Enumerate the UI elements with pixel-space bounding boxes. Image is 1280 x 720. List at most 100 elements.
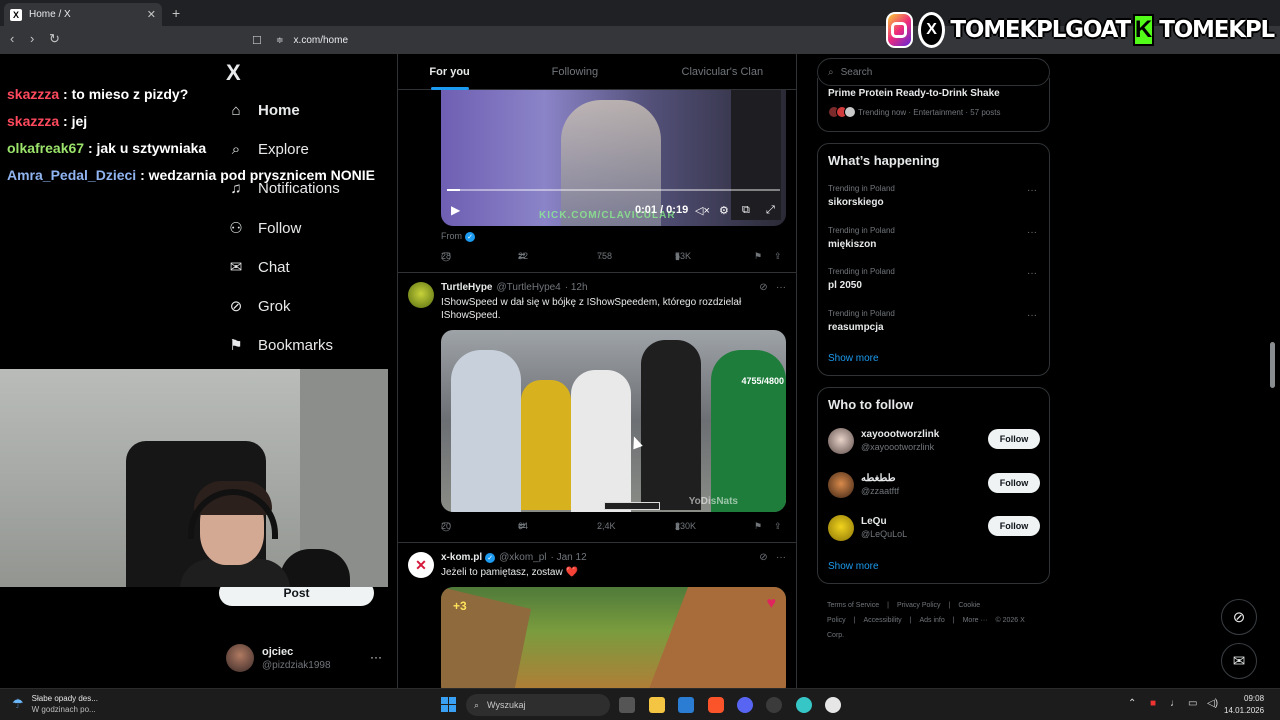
share-icon[interactable]: ⇪ xyxy=(774,251,782,262)
bookmark-icon[interactable]: ⚑ xyxy=(754,521,762,532)
post2-video[interactable]: 4755/4800 YoDisNats xyxy=(441,330,786,512)
footer-link[interactable]: Privacy Policy xyxy=(897,602,941,609)
account-handle: @LeQuLoL xyxy=(861,529,908,539)
avatar[interactable] xyxy=(828,471,854,498)
microphone-icon[interactable]: ♩ xyxy=(1170,698,1180,709)
footer-link[interactable]: Ads info xyxy=(919,617,944,624)
more-icon[interactable]: ··· xyxy=(776,552,786,563)
post2-handle[interactable]: @TurtleHype4 xyxy=(497,282,561,293)
follow-button[interactable]: Follow xyxy=(988,472,1040,493)
app-icon-3[interactable] xyxy=(825,697,841,713)
grok-icon[interactable]: ⊘ xyxy=(759,282,767,293)
reload-icon[interactable]: ↻ xyxy=(49,31,60,47)
app-icon[interactable] xyxy=(766,697,782,713)
post3-author-name[interactable]: x-kom.pl xyxy=(441,552,482,563)
close-tab-icon[interactable]: ✕ xyxy=(147,8,156,21)
url-field[interactable]: ☐ ≑ x.com/home xyxy=(252,30,876,50)
footer-link[interactable]: More ··· xyxy=(963,617,988,624)
fullscreen-icon[interactable]: ⤢ xyxy=(766,204,775,217)
windows-start-icon[interactable] xyxy=(441,697,456,712)
promo-title[interactable]: Prime Protein Ready-to-Drink Shake xyxy=(828,88,1000,99)
suggested-account[interactable]: LeQu @LeQuLoL Follow xyxy=(828,515,1040,545)
trend-name[interactable]: reasumpcja xyxy=(828,322,884,333)
nav-item-grok[interactable]: ⊘ Grok xyxy=(226,297,291,316)
more-icon[interactable]: ··· xyxy=(1027,227,1037,238)
nav-item-bookmarks[interactable]: ⚑ Bookmarks xyxy=(226,336,333,355)
post3-time[interactable]: · Jan 12 xyxy=(551,552,587,563)
tab-clavicular-clan[interactable]: Clavicular's Clan xyxy=(649,54,796,89)
account-name[interactable]: xayoootworzlink xyxy=(861,429,939,440)
trend-name[interactable]: sikorskiego xyxy=(828,197,884,208)
follow-button[interactable]: Follow xyxy=(988,429,1040,449)
post2-time[interactable]: · 12h xyxy=(565,282,588,293)
pip-icon[interactable]: ⧉ xyxy=(742,204,750,217)
instagram-icon xyxy=(886,12,913,48)
nav-item-follow[interactable]: ⚇ Follow xyxy=(226,219,301,238)
suggested-account[interactable]: ططغطه @zzaatftf Follow xyxy=(828,471,1040,502)
more-icon[interactable]: ··· xyxy=(1027,268,1037,279)
post1-video[interactable]: ▶ KICK.COM/CLAVICULAR 0:01 / 0:19 ◁× ⚙ ⧉… xyxy=(441,90,786,226)
more-icon[interactable]: ··· xyxy=(1027,185,1037,196)
discord-icon[interactable] xyxy=(737,697,753,713)
suggested-account[interactable]: xayoootworzlink @xayoootworzlink Follow xyxy=(828,428,1040,458)
more-icon[interactable]: ··· xyxy=(776,282,786,293)
share-icon[interactable]: ⇪ xyxy=(774,521,782,532)
post3-image[interactable]: +3 ♥ xyxy=(441,587,786,688)
account-more-icon[interactable]: ··· xyxy=(370,650,382,664)
avatar[interactable] xyxy=(828,428,854,454)
network-icon[interactable]: ▭ xyxy=(1188,698,1197,709)
account-name[interactable]: ططغطه xyxy=(861,473,896,484)
account-switcher[interactable]: ojciec @pizdziak1998 xyxy=(226,644,331,672)
app-icon-2[interactable] xyxy=(796,697,812,713)
more-icon[interactable]: ··· xyxy=(1027,310,1037,321)
brave-browser-icon[interactable] xyxy=(708,697,724,713)
file-explorer-icon[interactable] xyxy=(649,697,665,713)
account-name[interactable]: LeQu xyxy=(861,516,887,527)
forward-icon[interactable]: › xyxy=(30,31,34,46)
mute-icon[interactable]: ◁× xyxy=(695,204,710,217)
trend-name[interactable]: miękiszon xyxy=(828,239,876,250)
grok-icon[interactable]: ⊘ xyxy=(759,552,767,563)
trend-name[interactable]: pl 2050 xyxy=(828,280,862,291)
bookmark-page-icon[interactable]: ☐ xyxy=(252,34,262,47)
chat-username: skazzza xyxy=(7,113,60,129)
tray-app-icon[interactable]: ■ xyxy=(1150,698,1156,709)
nav-item-chat[interactable]: ✉ Chat xyxy=(226,258,290,277)
messages-fab-icon[interactable]: ✉ xyxy=(1221,643,1257,679)
page-scrollbar[interactable] xyxy=(1270,342,1275,388)
post2-avatar[interactable] xyxy=(408,282,434,308)
tab-for-you[interactable]: For you xyxy=(398,54,501,89)
follow-button[interactable]: Follow xyxy=(988,516,1040,536)
browser-tab[interactable]: X Home / X ✕ xyxy=(4,3,162,26)
settings-icon[interactable]: ⚙ xyxy=(719,204,729,217)
divider xyxy=(398,272,796,273)
weather-line1: Słabe opady des... xyxy=(31,694,98,703)
x-logo-icon[interactable]: X xyxy=(226,60,241,86)
post2-author-name[interactable]: TurtleHype xyxy=(441,282,493,293)
new-tab-icon[interactable]: + xyxy=(172,5,180,21)
play-icon[interactable]: ▶ xyxy=(451,203,460,217)
footer-link[interactable]: Accessibility xyxy=(864,617,902,624)
avatar xyxy=(226,644,254,672)
avatar[interactable] xyxy=(828,515,854,541)
trends-show-more[interactable]: Show more xyxy=(828,353,879,364)
video-progress-bar[interactable] xyxy=(447,189,780,191)
post3-handle[interactable]: @xkom_pl xyxy=(499,552,546,563)
tab-following[interactable]: Following xyxy=(501,54,648,89)
weather-widget[interactable]: ☂ Słabe opady des... W godzinach po... xyxy=(12,694,98,714)
tray-chevron-icon[interactable]: ⌃ xyxy=(1128,698,1136,709)
promo-card[interactable]: Prime Protein Ready-to-Drink Shake Trend… xyxy=(817,78,1050,132)
bookmark-icon[interactable]: ⚑ xyxy=(754,251,762,262)
store-icon[interactable] xyxy=(678,697,694,713)
taskbar-clock[interactable]: 09:08 14.01.2026 xyxy=(1224,693,1264,717)
site-info-icon[interactable]: ≑ xyxy=(276,35,284,46)
task-view-icon[interactable] xyxy=(619,697,635,713)
follow-show-more[interactable]: Show more xyxy=(828,561,879,572)
grok-fab-icon[interactable]: ⊘ xyxy=(1221,599,1257,635)
post3-avatar[interactable]: ✕ xyxy=(408,552,434,578)
taskbar-search-input[interactable]: ⌕ Wyszukaj xyxy=(466,694,610,716)
volume-icon[interactable]: ◁) xyxy=(1207,698,1218,709)
back-icon[interactable]: ‹ xyxy=(10,31,14,46)
timeline: For you Following Clavicular's Clan ▶ KI… xyxy=(397,54,797,688)
footer-link[interactable]: Terms of Service xyxy=(827,602,879,609)
